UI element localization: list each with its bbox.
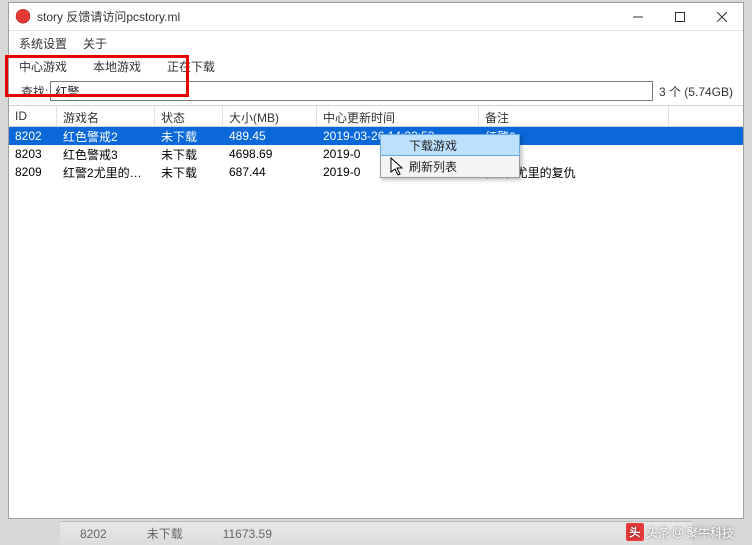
menu-settings[interactable]: 系统设置 bbox=[19, 35, 67, 52]
bg-text-a: 8202 bbox=[80, 527, 107, 541]
table-header: ID 游戏名 状态 大小(MB) 中心更新时间 备注 bbox=[9, 105, 743, 127]
col-date[interactable]: 中心更新时间 bbox=[317, 106, 479, 126]
close-button[interactable] bbox=[701, 3, 743, 31]
menubar: 系统设置 关于 bbox=[9, 31, 743, 55]
cell-status: 未下载 bbox=[155, 128, 223, 145]
cell-name: 红色警戒3 bbox=[57, 146, 155, 163]
table-body[interactable]: 8202 红色警戒2 未下载 489.45 2019-03-26 14:33:5… bbox=[9, 127, 743, 518]
tabs-row: 中心游戏 本地游戏 正在下载 bbox=[9, 55, 743, 77]
cell-status: 未下载 bbox=[155, 146, 223, 163]
background-strip: 8202 未下载 11673.59 bbox=[60, 521, 692, 545]
cell-size: 687.44 bbox=[223, 165, 317, 179]
col-remark[interactable]: 备注 bbox=[479, 106, 669, 126]
search-row: 查找: 3 个 (5.74GB) bbox=[9, 77, 743, 105]
window-title: story 反馈请访问pcstory.ml bbox=[37, 8, 617, 25]
watermark-prefix: 头条 bbox=[646, 524, 670, 541]
cell-id: 8209 bbox=[9, 165, 57, 179]
table-row[interactable]: 8202 红色警戒2 未下载 489.45 2019-03-26 14:33:5… bbox=[9, 127, 743, 145]
watermark-at: @ bbox=[672, 525, 684, 539]
search-input[interactable] bbox=[50, 81, 653, 101]
cell-name: 红警2尤里的… bbox=[57, 164, 155, 181]
tab-downloading[interactable]: 正在下载 bbox=[167, 58, 215, 75]
table-row[interactable]: 8209 红警2尤里的… 未下载 687.44 2019-0 警戒2尤里的复仇 bbox=[9, 163, 743, 181]
cell-size: 489.45 bbox=[223, 129, 317, 143]
watermark-logo-icon: 头 bbox=[626, 523, 644, 541]
maximize-button[interactable] bbox=[659, 3, 701, 31]
menu-about[interactable]: 关于 bbox=[83, 35, 107, 52]
col-id[interactable]: ID bbox=[9, 106, 57, 126]
table-row[interactable]: 8203 红色警戒3 未下载 4698.69 2019-0 bbox=[9, 145, 743, 163]
watermark-name: 聚牛科技 bbox=[686, 524, 734, 541]
app-icon bbox=[15, 9, 31, 25]
cell-name: 红色警戒2 bbox=[57, 128, 155, 145]
minimize-button[interactable] bbox=[617, 3, 659, 31]
watermark: 头 头条 @ 聚牛科技 bbox=[626, 523, 734, 541]
menu-item-refresh[interactable]: 刷新列表 bbox=[381, 155, 519, 177]
bg-text-c: 11673.59 bbox=[223, 527, 272, 541]
titlebar[interactable]: story 反馈请访问pcstory.ml bbox=[9, 3, 743, 31]
col-size[interactable]: 大小(MB) bbox=[223, 106, 317, 126]
cell-size: 4698.69 bbox=[223, 147, 317, 161]
search-result-count: 3 个 (5.74GB) bbox=[659, 83, 733, 100]
bg-text-b: 未下载 bbox=[147, 525, 183, 542]
col-status[interactable]: 状态 bbox=[155, 106, 223, 126]
tab-center-games[interactable]: 中心游戏 bbox=[19, 58, 67, 75]
tab-local-games[interactable]: 本地游戏 bbox=[93, 58, 141, 75]
context-menu: 下载游戏 刷新列表 bbox=[380, 134, 520, 178]
cell-id: 8203 bbox=[9, 147, 57, 161]
cell-id: 8202 bbox=[9, 129, 57, 143]
search-label: 查找: bbox=[21, 83, 48, 100]
cell-status: 未下载 bbox=[155, 164, 223, 181]
col-name[interactable]: 游戏名 bbox=[57, 106, 155, 126]
menu-item-download[interactable]: 下载游戏 bbox=[380, 134, 520, 156]
main-window: story 反馈请访问pcstory.ml 系统设置 关于 中心游戏 本地游戏 … bbox=[8, 2, 744, 519]
